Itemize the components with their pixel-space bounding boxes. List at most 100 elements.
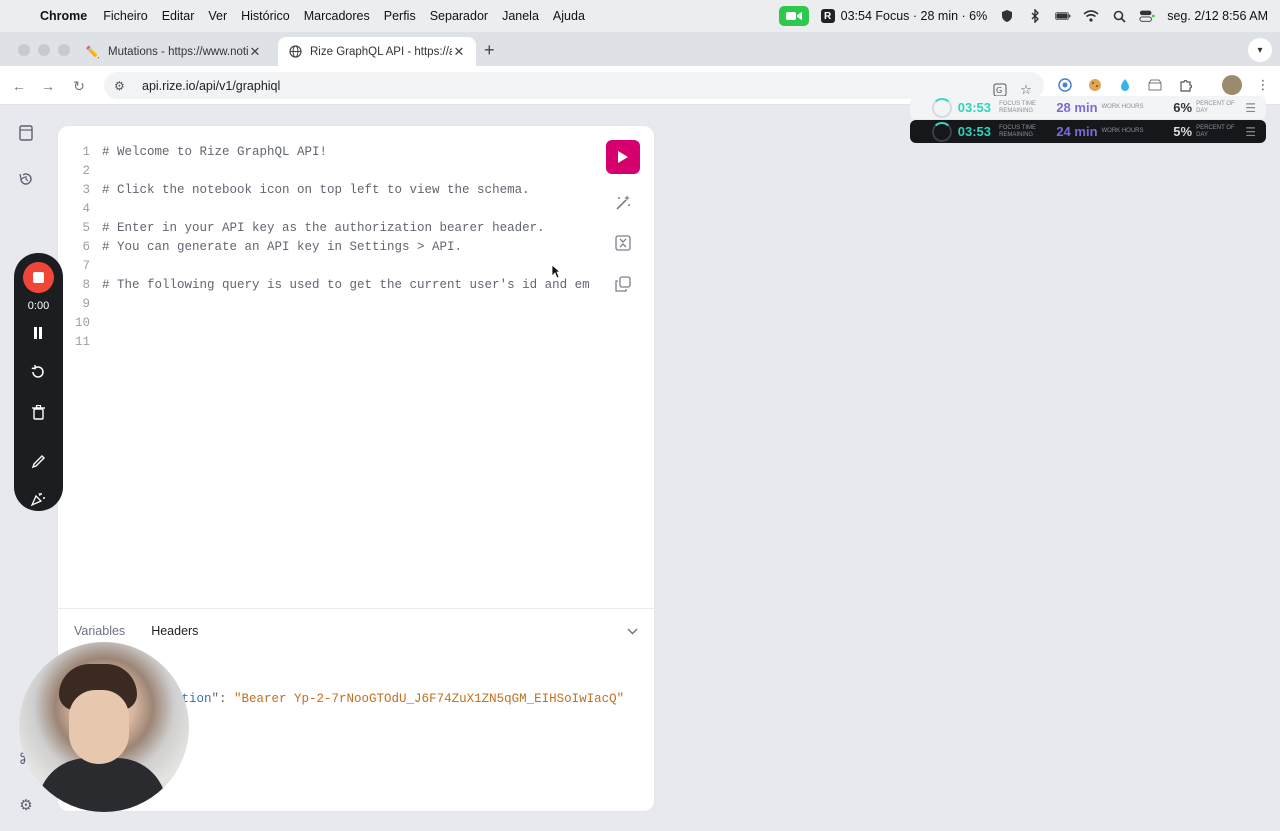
spotlight-search-icon[interactable]: [1111, 8, 1127, 24]
menu-janela[interactable]: Janela: [502, 9, 539, 23]
percent-of-day-caption: PERCENT OF DAY: [1196, 100, 1235, 114]
line-text: # You can generate an API key in Setting…: [102, 239, 463, 254]
menu-marcadores[interactable]: Marcadores: [304, 9, 370, 23]
menu-separador[interactable]: Separador: [430, 9, 488, 23]
code-line: 4: [58, 199, 598, 218]
percent-of-day: 6%: [1173, 100, 1193, 115]
recording-time: 0:00: [27, 300, 50, 312]
close-tab-icon[interactable]: ✕: [248, 44, 262, 60]
editor-divider: [58, 608, 654, 609]
code-line: 8 # The following query is used to get th…: [58, 275, 598, 294]
tab-variables[interactable]: Variables: [74, 624, 125, 638]
code-line: 10: [58, 313, 598, 332]
extensions-puzzle-icon[interactable]: [1177, 76, 1195, 94]
line-number: 5: [82, 220, 90, 235]
code-line: 1 # Welcome to Rize GraphQL API!: [58, 142, 598, 161]
merge-fragments-icon[interactable]: [612, 232, 634, 254]
line-text: # Enter in your API key as the authoriza…: [102, 220, 545, 235]
code-line: 6 # You can generate an API key in Settin…: [58, 237, 598, 256]
play-icon: [618, 151, 628, 163]
url-text[interactable]: api.rize.io/api/v1/graphiql: [142, 79, 280, 93]
restart-icon[interactable]: [28, 362, 48, 382]
hamburger-menu-icon[interactable]: ☰: [1245, 101, 1256, 115]
reload-icon[interactable]: ↻: [69, 76, 89, 96]
menu-perfis[interactable]: Perfis: [384, 9, 416, 23]
code-line: 7: [58, 256, 598, 275]
docs-notebook-icon[interactable]: [16, 123, 36, 143]
tab-notion-mutations[interactable]: ✏️ Mutations - https://www.notio ✕: [76, 37, 272, 66]
trash-icon[interactable]: [28, 402, 48, 422]
screen-recorder-toolbar: 0:00: [14, 253, 63, 511]
focus-progress-ring-icon: [932, 97, 952, 118]
pause-icon[interactable]: [28, 323, 48, 343]
menu-historico[interactable]: Histórico: [241, 9, 290, 23]
wifi-icon[interactable]: [1083, 8, 1099, 24]
menu-ver[interactable]: Ver: [208, 9, 227, 23]
focus-time: 03:53: [957, 100, 991, 115]
work-hours-caption: WORK HOURS: [1101, 128, 1144, 134]
profile-avatar[interactable]: [1222, 75, 1242, 95]
tab-search-chevron-icon[interactable]: ▾: [1248, 38, 1272, 62]
menu-ficheiro[interactable]: Ficheiro: [103, 9, 147, 23]
menu-ajuda[interactable]: Ajuda: [553, 9, 585, 23]
work-hours: 24 min: [1056, 124, 1098, 139]
close-tab-icon[interactable]: ✕: [452, 44, 466, 60]
webcam-bubble[interactable]: [19, 642, 189, 812]
draw-pencil-icon[interactable]: [28, 451, 48, 471]
header-punct: ":: [211, 692, 235, 706]
execute-query-button[interactable]: [606, 140, 640, 174]
headers-editor[interactable]: ation": "Bearer Yp-2-7rNooGTOdU_J6F74ZuX…: [174, 692, 624, 706]
prettify-magic-wand-icon[interactable]: [612, 192, 634, 214]
rize-logo-icon: R: [820, 9, 835, 23]
chevron-down-icon[interactable]: [627, 624, 638, 638]
minimize-window-button[interactable]: [38, 44, 50, 56]
percent-of-day: 5%: [1173, 124, 1193, 139]
stop-recording-button[interactable]: [23, 262, 54, 293]
new-tab-button[interactable]: +: [484, 40, 495, 61]
code-line: 11: [58, 332, 598, 351]
work-hours-caption: WORK HOURS: [1101, 104, 1144, 110]
rize-status-text: 03:54 Focus · 28 min · 6%: [840, 9, 988, 23]
webcam-shirt: [37, 758, 167, 812]
zoom-window-button[interactable]: [58, 44, 70, 56]
history-icon[interactable]: [16, 169, 36, 189]
address-bar[interactable]: ⚙ api.rize.io/api/v1/graphiql G ☆: [104, 72, 1044, 99]
rize-focus-widget-dark[interactable]: 03:53 FOCUS TIME REMAINING 24 min WORK H…: [910, 120, 1266, 143]
site-info-icon[interactable]: ⚙: [114, 79, 132, 93]
tab-rize-graphql[interactable]: Rize GraphQL API - https://ap ✕: [278, 37, 476, 66]
battery-icon[interactable]: [1055, 8, 1071, 24]
store-extension-icon[interactable]: [1146, 76, 1164, 94]
menu-chrome[interactable]: Chrome: [40, 9, 87, 23]
bluetooth-icon[interactable]: [1027, 8, 1043, 24]
settings-gear-icon[interactable]: ⚙: [16, 795, 36, 815]
rize-menubar-status[interactable]: R 03:54 Focus · 28 min · 6%: [820, 9, 988, 23]
cookie-extension-icon[interactable]: [1086, 76, 1104, 94]
back-arrow-icon[interactable]: ←: [9, 76, 29, 96]
header-value: "Bearer Yp-2-7rNooGTOdU_J6F74ZuX1ZN5qGM_…: [234, 692, 625, 706]
hamburger-menu-icon[interactable]: ☰: [1245, 125, 1256, 139]
control-center-icon[interactable]: [1139, 8, 1155, 24]
drop-extension-icon[interactable]: [1116, 76, 1134, 94]
line-text: # The following query is used to get the…: [102, 277, 590, 292]
tab-headers[interactable]: Headers: [151, 624, 198, 638]
globe-icon: [288, 45, 302, 59]
menu-editar[interactable]: Editar: [162, 9, 195, 23]
line-number: 4: [82, 201, 90, 216]
more-menu-icon[interactable]: ⋮: [1254, 76, 1272, 94]
pencil-icon: ✏️: [85, 46, 101, 59]
line-number: 7: [82, 258, 90, 273]
line-number: 3: [82, 182, 90, 197]
rize-focus-widget[interactable]: 03:53 FOCUS TIME REMAINING 28 min WORK H…: [910, 96, 1266, 119]
close-window-button[interactable]: [18, 44, 30, 56]
extension-icon-1[interactable]: [1056, 76, 1074, 94]
effects-confetti-icon[interactable]: [28, 489, 48, 509]
shield-icon[interactable]: [999, 8, 1015, 24]
code-line: 2: [58, 161, 598, 180]
query-editor[interactable]: 1 # Welcome to Rize GraphQL API! 2 3 # Cli…: [58, 142, 598, 351]
copy-query-icon[interactable]: [612, 273, 634, 295]
facetime-camera-icon[interactable]: [778, 6, 809, 26]
line-number: 6: [82, 239, 90, 254]
variables-headers-tabs: Variables Headers: [74, 624, 198, 638]
forward-arrow-icon[interactable]: →: [38, 76, 58, 96]
menubar-datetime[interactable]: seg. 2/12 8:56 AM: [1167, 9, 1268, 23]
